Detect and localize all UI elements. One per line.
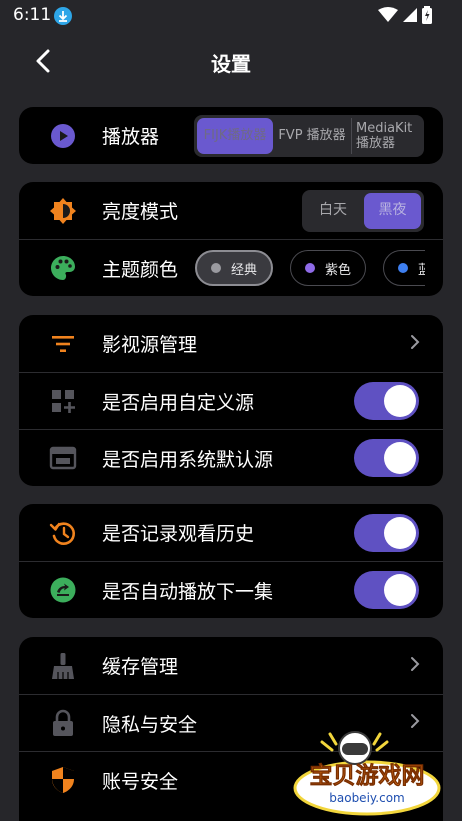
autoplay-label: 是否自动播放下一集 — [102, 580, 274, 603]
account-label: 账号安全 — [102, 770, 179, 793]
theme-chip-blue[interactable]: 蓝色 — [383, 250, 425, 286]
brightness-option-day[interactable]: 白天 — [305, 193, 361, 229]
shield-icon — [49, 766, 77, 794]
player-row: 播放器 FIJK播放器 FVP 播放器 MediaKit 播放器 — [19, 107, 443, 164]
add-grid-icon — [49, 387, 77, 415]
theme-chip-purple[interactable]: 紫色 — [290, 250, 367, 286]
toggle-knob — [384, 516, 416, 549]
brightness-option-day-label: 白天 — [319, 202, 347, 218]
chevron-right-icon — [409, 655, 421, 677]
player-option-fijk[interactable]: FIJK播放器 — [197, 117, 273, 154]
brightness-option-night-label: 黑夜 — [378, 202, 407, 218]
play-circle-icon — [49, 122, 77, 150]
theme-row: 主题颜色 经典 紫色 蓝色 — [19, 239, 443, 296]
top-app-bar: 设置 — [0, 36, 462, 86]
privacy-label: 隐私与安全 — [102, 713, 198, 736]
theme-chip-blue-label: 蓝色 — [418, 262, 425, 278]
brightness-label: 亮度模式 — [102, 201, 179, 223]
palette-icon — [49, 254, 77, 282]
filter-icon — [49, 330, 77, 358]
player-option-fijk-label: FIJK播放器 — [203, 128, 267, 143]
default-source-toggle[interactable] — [354, 439, 419, 477]
theme-dot-blue — [398, 263, 408, 273]
player-option-mediakit-line2: 播放器 — [356, 135, 396, 151]
wifi-icon — [378, 7, 398, 22]
theme-chip-list: 经典 紫色 蓝色 — [195, 240, 425, 296]
status-bar: 6:11 — [0, 0, 462, 32]
cache-label: 缓存管理 — [102, 656, 179, 678]
custom-source-label: 是否启用自定义源 — [102, 391, 255, 414]
history-icon — [49, 519, 77, 547]
lock-icon — [49, 709, 77, 737]
watermark-domain: baobeiy.com — [329, 791, 404, 805]
web-window-icon — [49, 444, 77, 472]
player-option-mediakit[interactable]: MediaKit 播放器 — [351, 117, 421, 154]
theme-chip-purple-label: 紫色 — [325, 262, 352, 278]
brightness-row: 亮度模式 白天 黑夜 — [19, 182, 443, 239]
playback-card: 是否记录观看历史 是否自动播放下一集 — [19, 504, 443, 618]
cache-row[interactable]: 缓存管理 — [19, 637, 443, 694]
theme-chip-classic[interactable]: 经典 — [195, 250, 274, 286]
theme-chip-classic-label: 经典 — [231, 262, 258, 278]
appearance-card: 亮度模式 白天 黑夜 主题颜色 经典 紫色 蓝色 — [19, 182, 443, 296]
status-icons — [378, 6, 432, 24]
theme-dot-classic — [211, 263, 221, 273]
watermark-title: 宝贝游戏网 — [310, 762, 425, 789]
player-label: 播放器 — [102, 126, 160, 148]
player-option-fvp-label: FVP 播放器 — [278, 128, 346, 143]
brightness-icon — [49, 197, 77, 225]
history-label: 是否记录观看历史 — [102, 523, 255, 545]
toggle-knob — [384, 385, 416, 417]
autoplay-row: 是否自动播放下一集 — [19, 561, 443, 618]
custom-source-toggle[interactable] — [354, 382, 419, 420]
chevron-right-icon — [409, 333, 421, 355]
theme-label: 主题颜色 — [102, 258, 179, 281]
player-option-mediakit-line1: MediaKit — [356, 120, 413, 136]
theme-dot-purple — [305, 263, 315, 273]
page-title: 设置 — [211, 52, 251, 76]
source-manage-row[interactable]: 影视源管理 — [19, 315, 443, 372]
autoplay-icon — [49, 576, 77, 604]
sources-card: 影视源管理 是否启用自定义源 是否启用系统默认源 — [19, 315, 443, 486]
default-source-label: 是否启用系统默认源 — [102, 448, 274, 471]
history-toggle[interactable] — [354, 513, 419, 552]
status-time: 6:11 — [13, 5, 52, 25]
watermark-logo: 宝贝游戏网 baobeiy.com — [282, 728, 452, 818]
download-notification-icon — [54, 7, 72, 25]
history-row: 是否记录观看历史 — [19, 504, 443, 561]
player-card: 播放器 FIJK播放器 FVP 播放器 MediaKit 播放器 — [19, 107, 443, 164]
custom-source-row: 是否启用自定义源 — [19, 372, 443, 429]
autoplay-toggle[interactable] — [354, 571, 419, 609]
player-selector: FIJK播放器 FVP 播放器 MediaKit 播放器 — [194, 114, 424, 157]
toggle-knob — [384, 442, 416, 474]
signal-icon — [403, 8, 417, 22]
brightness-selector: 白天 黑夜 — [302, 189, 424, 232]
player-option-fvp[interactable]: FVP 播放器 — [276, 118, 348, 154]
default-source-row: 是否启用系统默认源 — [19, 429, 443, 486]
toggle-knob — [384, 574, 416, 606]
source-manage-label: 影视源管理 — [102, 334, 198, 356]
broom-icon — [49, 652, 77, 680]
battery-icon — [422, 6, 432, 24]
brightness-option-night[interactable]: 黑夜 — [364, 192, 421, 229]
